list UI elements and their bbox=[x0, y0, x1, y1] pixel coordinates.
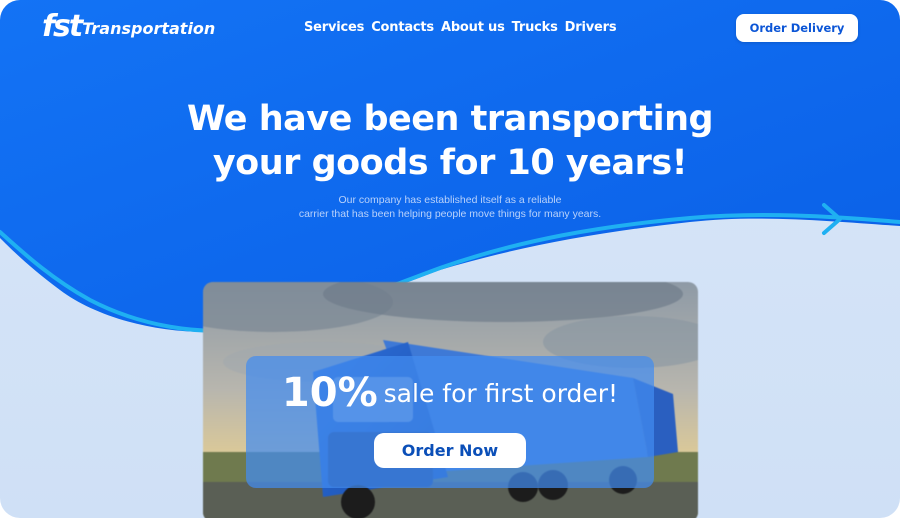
hero-subtitle-line-2: carrier that has been helping people mov… bbox=[298, 208, 602, 220]
nav-item-drivers[interactable]: Drivers bbox=[565, 20, 617, 35]
arrow-right-icon[interactable] bbox=[818, 201, 846, 237]
nav-item-contacts[interactable]: Contacts bbox=[371, 20, 434, 35]
brand-logo[interactable]: fst Transportation bbox=[42, 12, 215, 42]
nav-item-about-us[interactable]: About us bbox=[441, 20, 505, 35]
main-nav: Services Contacts About us Trucks Driver… bbox=[304, 20, 617, 35]
promo-text: sale for first order! bbox=[383, 378, 619, 408]
nav-item-services[interactable]: Services bbox=[304, 20, 364, 35]
hero-title-line-2: your goods for 10 years! bbox=[212, 143, 688, 183]
hero-title-line-1: We have been transporting bbox=[186, 99, 714, 139]
promo-panel: 10% sale for first order! Order Now bbox=[246, 356, 654, 488]
promo-headline: 10% sale for first order! bbox=[246, 370, 654, 416]
promo-percent: 10% bbox=[281, 370, 378, 416]
page-frame: fst Transportation Services Contacts Abo… bbox=[0, 0, 900, 518]
hero-subtitle-line-1: Our company has established itself as a … bbox=[338, 194, 562, 206]
hero-subtitle: Our company has established itself as a … bbox=[0, 193, 900, 221]
order-now-button[interactable]: Order Now bbox=[374, 433, 526, 468]
nav-item-trucks[interactable]: Trucks bbox=[512, 20, 558, 35]
logo-mark: fst bbox=[42, 9, 83, 44]
order-delivery-button[interactable]: Order Delivery bbox=[736, 14, 858, 42]
logo-text: Transportation bbox=[82, 19, 216, 38]
hero-title: We have been transporting your goods for… bbox=[0, 97, 900, 185]
